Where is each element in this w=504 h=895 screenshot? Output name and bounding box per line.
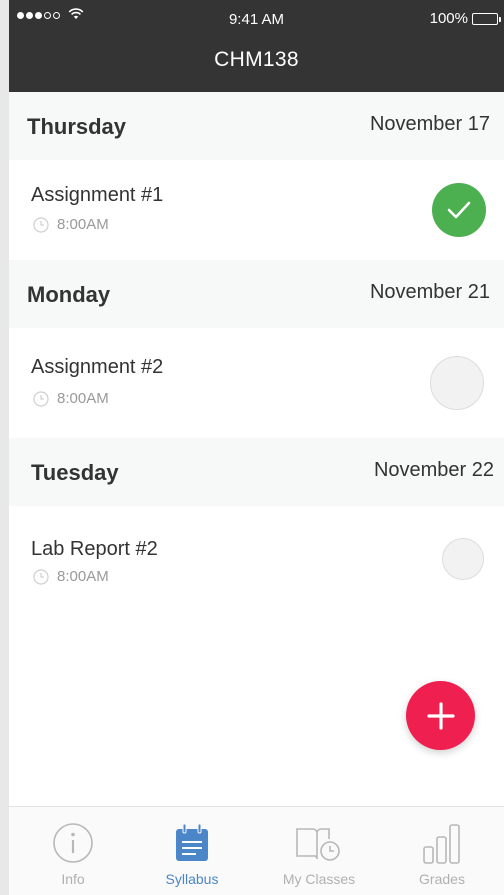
clock-icon <box>33 568 49 585</box>
day-date: November 22 <box>373 459 494 481</box>
tab-label: Info <box>61 871 85 887</box>
incomplete-checkbox[interactable] <box>430 356 484 410</box>
add-button[interactable] <box>406 681 475 750</box>
day-header: Monday November 21 <box>9 260 504 328</box>
item-title: Assignment #2 <box>31 356 164 378</box>
item-title: Assignment #1 <box>31 184 164 206</box>
item-time-text: 8:00AM <box>57 568 109 585</box>
list-item[interactable]: Assignment #2 8:00AM <box>9 328 504 438</box>
syllabus-list: Thursday November 17 Assignment #1 8:00A… <box>9 92 504 606</box>
tab-label: Grades <box>419 871 465 887</box>
item-title: Lab Report #2 <box>31 538 158 560</box>
tab-info[interactable]: Info <box>23 821 123 887</box>
item-time-text: 8:00AM <box>57 390 109 407</box>
item-time: 8:00AM <box>33 390 109 407</box>
phone-screen: 9:41 AM 100% CHM138 Thursday November 17… <box>9 0 504 895</box>
day-date: November 17 <box>369 113 490 135</box>
battery-percent: 100% <box>429 10 468 27</box>
day-date: November 21 <box>369 281 490 303</box>
day-name: Tuesday <box>31 460 119 485</box>
clock-icon <box>33 216 49 233</box>
tab-my-classes[interactable]: My Classes <box>269 821 369 887</box>
list-item[interactable]: Lab Report #2 8:00AM <box>9 506 504 606</box>
day-name: Monday <box>27 282 111 307</box>
status-bar: 9:41 AM 100% <box>9 0 504 36</box>
item-time: 8:00AM <box>33 568 109 585</box>
tab-bar: Info Syllabus My Classes Grades <box>9 806 504 895</box>
plus-icon <box>426 701 455 730</box>
battery-indicator: 100% <box>429 10 501 27</box>
completed-checkbox[interactable] <box>432 183 486 237</box>
tab-label: Syllabus <box>165 871 219 887</box>
list-item[interactable]: Assignment #1 8:00AM <box>9 160 504 260</box>
tab-label: My Classes <box>282 871 356 887</box>
day-header: Thursday November 17 <box>9 92 504 160</box>
item-time-text: 8:00AM <box>57 216 109 233</box>
incomplete-checkbox[interactable] <box>442 538 484 580</box>
clock-icon <box>33 390 49 407</box>
tab-grades[interactable]: Grades <box>392 821 492 887</box>
page-title: CHM138 <box>214 48 299 71</box>
calendar-icon <box>176 823 208 861</box>
bar-chart-icon <box>423 824 460 864</box>
day-name: Thursday <box>27 114 127 139</box>
battery-icon <box>472 12 501 25</box>
book-clock-icon <box>296 828 340 861</box>
day-header: Tuesday November 22 <box>9 438 504 506</box>
tab-syllabus[interactable]: Syllabus <box>142 821 242 887</box>
item-time: 8:00AM <box>33 216 109 233</box>
checkmark-icon <box>447 201 471 219</box>
info-icon <box>53 823 93 863</box>
top-bar: 9:41 AM 100% CHM138 <box>9 0 504 92</box>
